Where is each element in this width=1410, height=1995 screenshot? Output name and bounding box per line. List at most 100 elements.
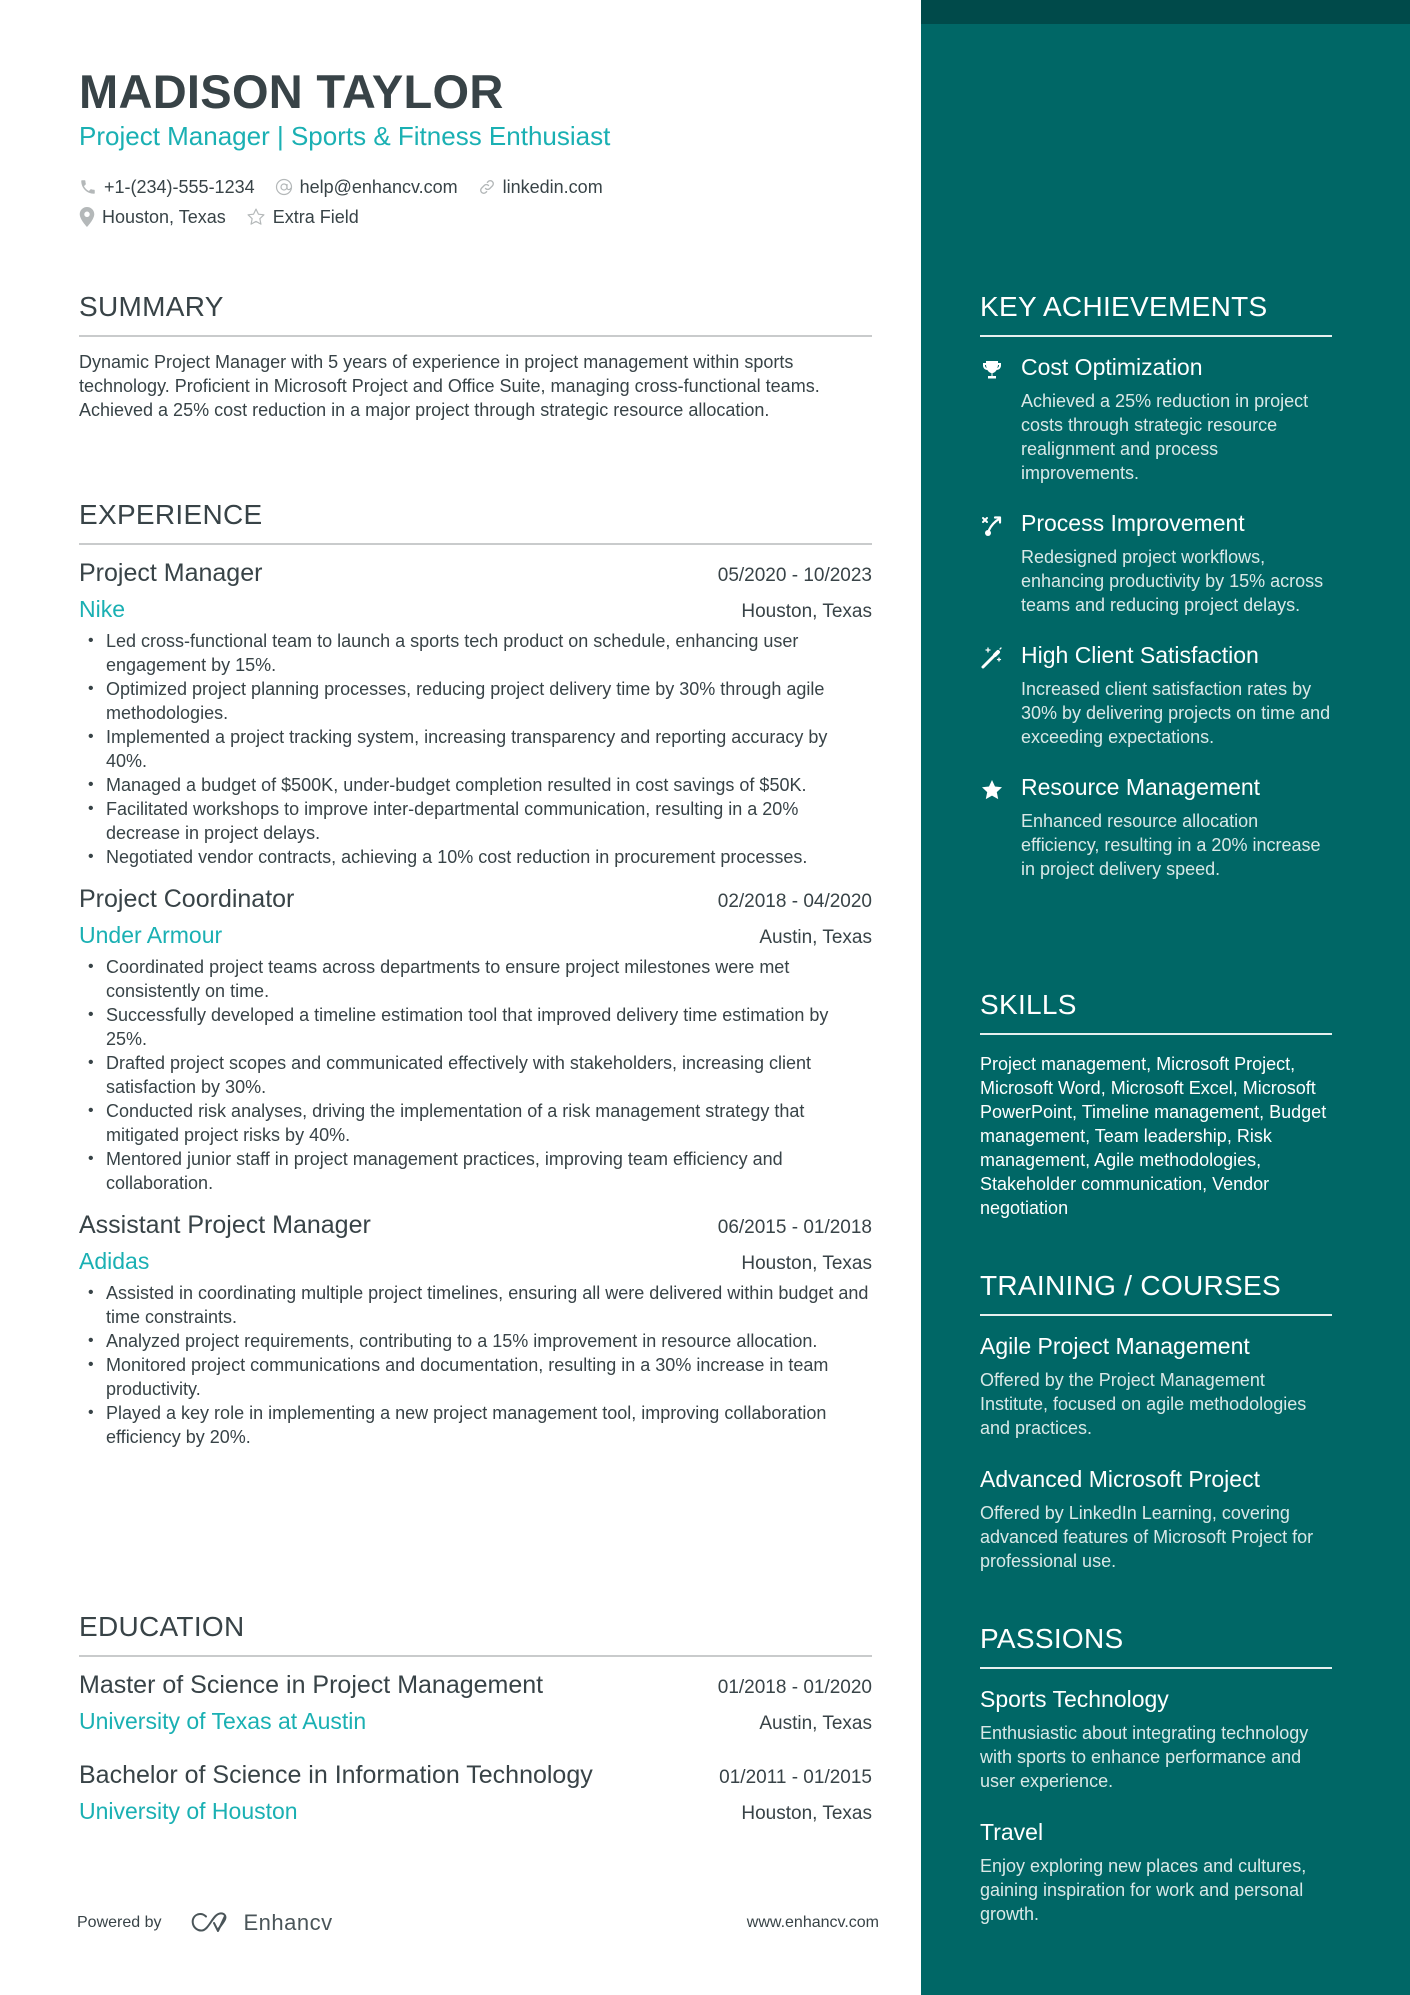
link-icon	[479, 180, 494, 194]
contact-link[interactable]: linkedin.com	[478, 177, 603, 198]
training-section: TRAINING / COURSES Agile Project Managem…	[980, 1270, 1332, 1573]
star-outline-icon	[247, 208, 265, 225]
achievements-section: KEY ACHIEVEMENTS Cost Optimization Achie…	[980, 291, 1332, 881]
education-dates: 01/2011 - 01/2015	[719, 1767, 872, 1788]
passion-title: Sports Technology	[980, 1686, 1169, 1712]
job-title: Project Manager	[79, 559, 263, 587]
skills-section: SKILLS Project management, Microsoft Pro…	[980, 989, 1332, 1220]
skills-title: SKILLS	[980, 989, 1077, 1020]
summary-section: SUMMARY Dynamic Project Manager with 5 y…	[79, 291, 872, 422]
job-company: Nike	[79, 596, 126, 622]
job-title: Assistant Project Manager	[79, 1211, 371, 1239]
contact-phone: +1-(234)-555-1234	[79, 177, 255, 198]
bullet-item: Played a key role in implementing a new …	[79, 1401, 872, 1449]
bullet-item: Facilitated workshops to improve inter-d…	[79, 797, 872, 845]
bullet-item: Successfully developed a timeline estima…	[79, 1003, 872, 1051]
job-location: Austin, Texas	[759, 927, 872, 948]
brand-logo[interactable]: Enhancv	[190, 1910, 333, 1936]
section-divider	[980, 335, 1332, 337]
training-item: Agile Project Management Offered by the …	[980, 1333, 1332, 1440]
section-divider	[980, 1314, 1332, 1316]
extra-value: Extra Field	[272, 206, 359, 227]
school: University of Texas at Austin	[79, 1708, 367, 1734]
passion-item: Travel Enjoy exploring new places and cu…	[980, 1819, 1332, 1926]
passions-title: PASSIONS	[980, 1623, 1124, 1654]
email-value: help@enhancv.com	[299, 176, 458, 197]
job-company: Adidas	[79, 1248, 150, 1274]
experience-title: EXPERIENCE	[79, 499, 263, 530]
section-divider	[79, 543, 872, 545]
achievement-desc: Redesigned project workflows, enhancing …	[1021, 547, 1324, 615]
education-location: Austin, Texas	[759, 1713, 872, 1734]
location-pin-icon	[79, 207, 95, 227]
achievement-title: Process Improvement	[1021, 510, 1245, 536]
achievement-title: Cost Optimization	[1021, 354, 1203, 380]
website-link[interactable]: www.enhancv.com	[747, 1914, 879, 1932]
bullet-item: Negotiated vendor contracts, achieving a…	[79, 845, 872, 869]
training-title-text: Advanced Microsoft Project	[980, 1466, 1260, 1492]
achievement-desc: Achieved a 25% reduction in project cost…	[1021, 391, 1309, 483]
bullet-item: Monitored project communications and doc…	[79, 1353, 872, 1401]
bullet-item: Mentored junior staff in project managem…	[79, 1147, 872, 1195]
enhancv-logo-icon	[191, 1912, 226, 1932]
contact-info: +1-(234)-555-1234 help@enhancv.com linke…	[79, 172, 623, 232]
link-value: linkedin.com	[502, 176, 603, 197]
job-company: Under Armour	[79, 922, 223, 948]
education-entry: Bachelor of Science in Information Techn…	[79, 1761, 872, 1825]
trophy-icon	[983, 361, 1001, 379]
footer: Powered by Enhancv www.enhancv.com	[77, 1910, 879, 1936]
candidate-name: MADISON TAYLOR	[79, 65, 504, 118]
sidebar: KEY ACHIEVEMENTS Cost Optimization Achie…	[921, 0, 1410, 1995]
bullet-item: Assisted in coordinating multiple projec…	[79, 1281, 872, 1329]
training-title: TRAINING / COURSES	[980, 1270, 1281, 1301]
bullet-item: Optimized project planning processes, re…	[79, 677, 872, 725]
achievements-title: KEY ACHIEVEMENTS	[980, 291, 1268, 322]
education-location: Houston, Texas	[741, 1803, 872, 1824]
section-divider	[79, 1655, 872, 1657]
section-divider	[980, 1033, 1332, 1035]
bullet-item: Coordinated project teams across departm…	[79, 955, 872, 1003]
education-entry: Master of Science in Project Management …	[79, 1671, 872, 1735]
training-item: Advanced Microsoft Project Offered by Li…	[980, 1466, 1332, 1573]
contact-extra: Extra Field	[246, 207, 359, 228]
achievement-desc: Increased client satisfaction rates by 3…	[1021, 679, 1331, 747]
summary-title: SUMMARY	[79, 291, 224, 322]
degree: Bachelor of Science in Information Techn…	[79, 1761, 593, 1789]
passions-section: PASSIONS Sports Technology Enthusiastic …	[980, 1623, 1332, 1926]
job-bullets: Coordinated project teams across departm…	[79, 955, 872, 1195]
achievement-item: High Client Satisfaction Increased clien…	[980, 642, 1332, 749]
powered-by[interactable]: Powered by Enhancv	[77, 1910, 333, 1936]
job-entry: Assistant Project Manager 06/2015 - 01/2…	[79, 1211, 872, 1449]
powered-by-label: Powered by	[77, 1914, 162, 1931]
contact-email[interactable]: help@enhancv.com	[275, 177, 458, 198]
training-desc: Offered by LinkedIn Learning, covering a…	[980, 1503, 1314, 1571]
section-divider	[79, 335, 872, 337]
bullet-item: Conducted risk analyses, driving the imp…	[79, 1099, 872, 1147]
route-icon	[982, 516, 1002, 536]
job-bullets: Assisted in coordinating multiple projec…	[79, 1281, 872, 1449]
phone-value: +1-(234)-555-1234	[104, 176, 255, 197]
resume-page: MADISON TAYLOR Project Manager | Sports …	[0, 0, 1410, 1995]
job-location: Houston, Texas	[741, 601, 872, 622]
training-title-text: Agile Project Management	[980, 1333, 1250, 1359]
job-title: Project Coordinator	[79, 885, 295, 913]
job-dates: 06/2015 - 01/2018	[717, 1217, 872, 1238]
job-bullets: Led cross-functional team to launch a sp…	[79, 629, 872, 869]
achievement-item: Process Improvement Redesigned project w…	[980, 510, 1332, 617]
summary-text: Dynamic Project Manager with 5 years of …	[79, 352, 820, 420]
education-dates: 01/2018 - 01/2020	[717, 1677, 872, 1698]
brand-name: Enhancv	[243, 1910, 333, 1935]
achievement-title: Resource Management	[1021, 774, 1261, 800]
passion-item: Sports Technology Enthusiastic about int…	[980, 1686, 1332, 1793]
star-icon	[982, 780, 1002, 800]
phone-icon	[81, 180, 95, 194]
training-desc: Offered by the Project Management Instit…	[980, 1370, 1307, 1438]
section-divider	[980, 1667, 1332, 1669]
job-dates: 05/2020 - 10/2023	[717, 565, 872, 586]
bullet-item: Managed a budget of $500K, under-budget …	[79, 773, 872, 797]
achievement-desc: Enhanced resource allocation efficiency,…	[1021, 811, 1321, 879]
job-dates: 02/2018 - 04/2020	[717, 891, 872, 912]
job-location: Houston, Texas	[741, 1253, 872, 1274]
degree: Master of Science in Project Management	[79, 1671, 544, 1699]
magic-wand-icon	[981, 647, 1002, 669]
